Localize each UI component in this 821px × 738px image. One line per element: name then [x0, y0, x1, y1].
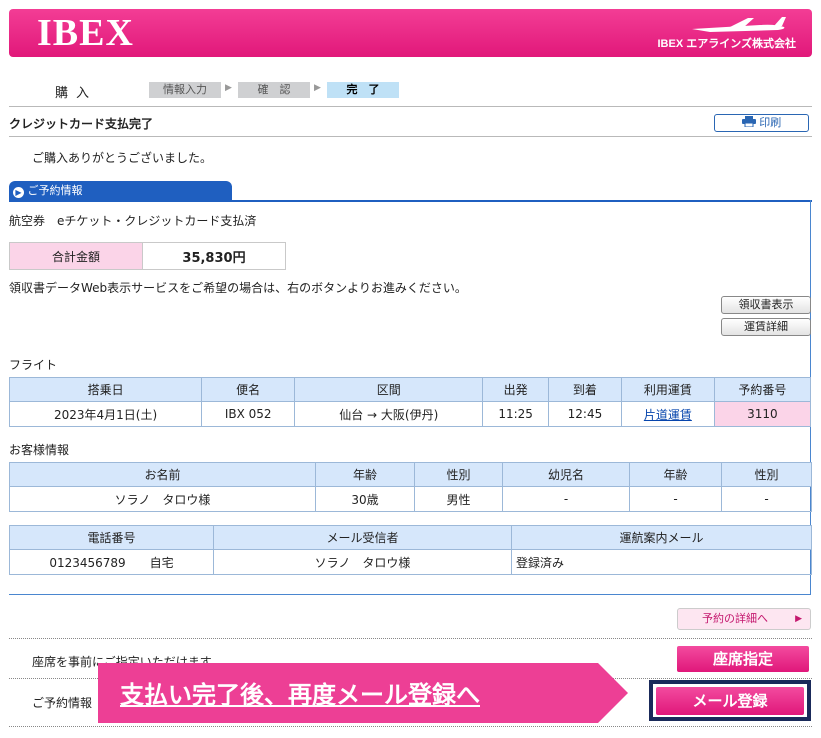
table-row: 2023年4月1日(土) IBX 052 仙台 → 大阪(伊丹) 11:25 1…: [8, 401, 812, 427]
column-header: 便名: [201, 377, 296, 402]
reservation-number: 3110: [713, 401, 812, 427]
customer-name: ソラノ タロウ様: [9, 486, 316, 512]
reservation-box-top: [9, 200, 812, 202]
reservation-box-bottom: [9, 594, 811, 595]
infant-age: -: [629, 486, 722, 512]
column-header: 出発: [482, 377, 550, 402]
thanks-message: ご購入ありがとうございました。: [32, 151, 213, 165]
step-arrow-icon: ▶: [314, 83, 321, 93]
page-title: クレジットカード支払完了: [9, 117, 154, 131]
arrival-time: 12:45: [548, 401, 622, 427]
infant-gender: -: [721, 486, 812, 512]
total-amount: 35,830円: [142, 242, 286, 270]
chevron-right-icon: ▶: [795, 614, 802, 624]
column-header: 性別: [721, 462, 812, 487]
total-label: 合計金額: [9, 242, 143, 270]
column-header: 年齢: [315, 462, 415, 487]
column-header: 運航案内メール: [511, 525, 812, 550]
receipt-note: 領収書データWeb表示サービスをご希望の場合は、右のボタンよりお進みください。: [9, 281, 467, 295]
print-label: 印刷: [759, 116, 782, 129]
fare-type-link[interactable]: 片道運賃: [644, 408, 692, 422]
table-header-row: 電話番号 メール受信者 運航案内メール: [9, 525, 812, 550]
circle-arrow-icon: ▶: [13, 187, 24, 198]
plane-icon: [692, 17, 786, 32]
step-complete: 完 了: [327, 82, 399, 98]
customer-age: 30歳: [315, 486, 415, 512]
column-header: 性別: [414, 462, 503, 487]
column-header: メール受信者: [213, 525, 512, 550]
contact-table: 電話番号 メール受信者 運航案内メール 0123456789 自宅 ソラノ タロ…: [9, 525, 812, 575]
table-row: 0123456789 自宅 ソラノ タロウ様 登録済み: [9, 549, 812, 575]
boarding-date: 2023年4月1日(土): [8, 401, 203, 427]
reservation-info-tab: ▶ ご予約情報: [9, 181, 232, 200]
reservation-detail-button[interactable]: 予約の詳細へ ▶: [677, 608, 811, 630]
column-header: 予約番号: [713, 377, 812, 402]
column-header: 幼児名: [502, 462, 630, 487]
route: 仙台 → 大阪(伊丹): [294, 401, 484, 427]
customer-section-label: お客様情報: [9, 443, 70, 457]
divider: [9, 638, 812, 639]
seat-select-button[interactable]: 座席指定: [677, 646, 809, 672]
reservation-detail-label: 予約の詳細へ: [702, 612, 768, 625]
flight-section-label: フライト: [9, 358, 58, 372]
column-header: 年齢: [629, 462, 722, 487]
column-header: 電話番号: [9, 525, 214, 550]
step-arrow-icon: ▶: [225, 83, 232, 93]
customer-gender: 男性: [414, 486, 503, 512]
departure-time: 11:25: [482, 401, 550, 427]
table-header-row: 搭乗日 便名 区間 出発 到着 利用運賃 予約番号: [8, 377, 812, 402]
column-header: 区間: [294, 377, 484, 402]
step-input: 情報入力: [149, 82, 221, 98]
steps-title: 購入: [55, 86, 98, 101]
column-header: お名前: [9, 462, 316, 487]
print-button[interactable]: 印刷: [714, 114, 809, 132]
reservation-note: ご予約情報: [32, 696, 93, 710]
callout-text: 支払い完了後、再度メール登録へ: [120, 681, 480, 709]
step-confirm: 確 認: [238, 82, 310, 98]
receipt-button[interactable]: 領収書表示: [721, 296, 811, 314]
flight-mail-status: 登録済み: [511, 549, 812, 575]
phone-number: 0123456789 自宅: [9, 549, 214, 575]
divider: [9, 106, 812, 107]
header-bar: IBEX IBEX エアラインズ株式会社: [9, 9, 812, 57]
company-name: IBEX エアラインズ株式会社: [657, 38, 796, 50]
highlight-frame: [649, 680, 811, 721]
infant-name: -: [502, 486, 630, 512]
table-row: ソラノ タロウ様 30歳 男性 - - -: [9, 486, 812, 512]
divider: [9, 726, 812, 727]
logo: IBEX: [37, 12, 134, 54]
fare-detail-button[interactable]: 運賃詳細: [721, 318, 811, 336]
total-table: 合計金額 35,830円: [9, 242, 286, 270]
table-header-row: お名前 年齢 性別 幼児名 年齢 性別: [9, 462, 812, 487]
printer-icon: [741, 116, 756, 128]
reservation-tab-label: ご予約情報: [27, 184, 83, 197]
fare-type-cell: 片道運賃: [620, 401, 715, 427]
flight-number: IBX 052: [201, 401, 296, 427]
flight-table: 搭乗日 便名 区間 出発 到着 利用運賃 予約番号 2023年4月1日(土) I…: [8, 377, 812, 427]
column-header: 搭乗日: [8, 377, 203, 402]
column-header: 到着: [548, 377, 622, 402]
mail-recipient: ソラノ タロウ様: [213, 549, 512, 575]
column-header: 利用運賃: [620, 377, 715, 402]
customer-table: お名前 年齢 性別 幼児名 年齢 性別 ソラノ タロウ様 30歳 男性 - - …: [9, 462, 812, 512]
ticket-type: 航空券 eチケット・クレジットカード支払済: [9, 214, 257, 228]
divider: [9, 136, 812, 137]
